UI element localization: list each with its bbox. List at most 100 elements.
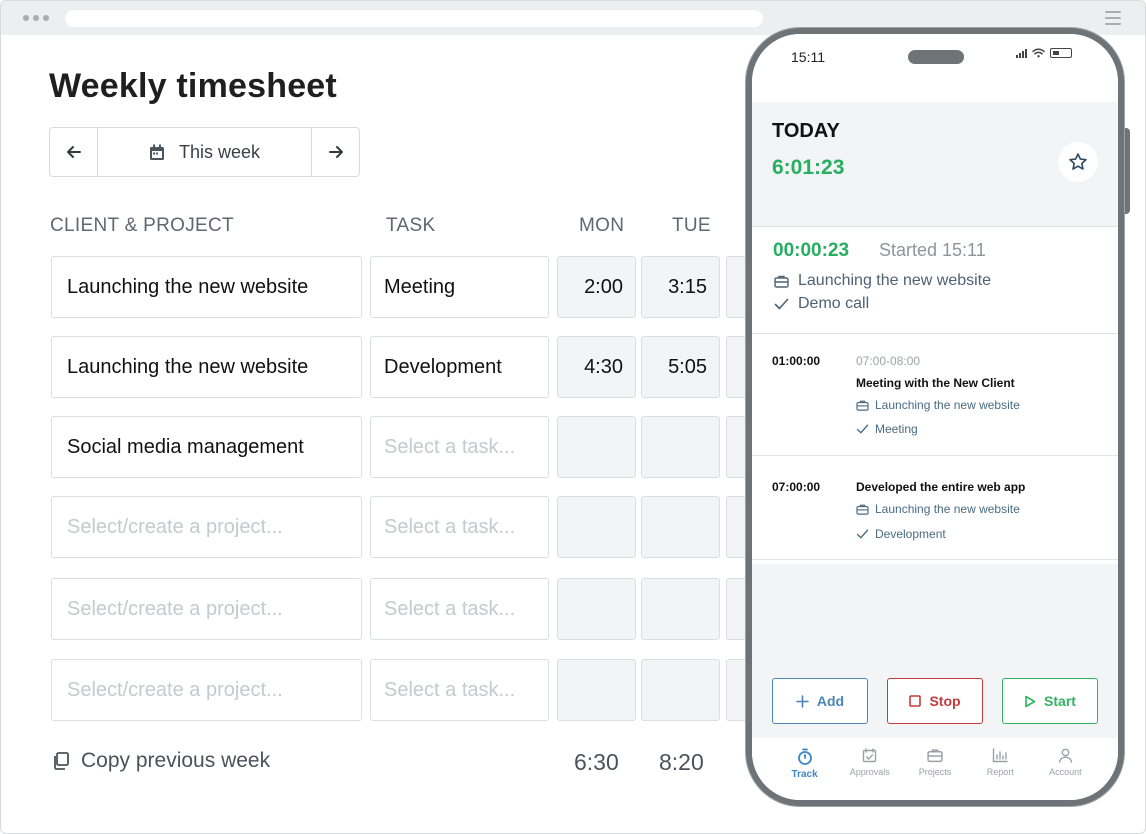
mon-total: 6:30 [574,749,619,775]
calendar-icon [149,144,164,160]
project-field[interactable]: Select/create a project... [51,659,362,721]
project-field[interactable]: Select/create a project... [51,578,362,640]
check-icon [856,529,869,539]
today-total-time: 6:01:23 [772,156,845,179]
phone-mockup: 15:11 TODAY 6:01:23 00:00:23 Started 15:… [746,28,1124,806]
briefcase-icon [774,275,789,288]
project-field[interactable]: Launching the new website [51,336,362,398]
project-field[interactable]: Select/create a project... [51,496,362,558]
stop-button[interactable]: Stop [887,678,983,724]
mon-hours-input[interactable] [557,578,636,640]
tue-hours-input[interactable] [641,416,720,478]
entry-duration: 07:00:00 [772,480,821,494]
task-field[interactable]: Development [370,336,549,398]
phone-notch [908,50,964,64]
time-entry[interactable]: 07:00:00 Developed the entire web app La… [752,456,1118,560]
task-field[interactable]: Select a task... [370,416,549,478]
phone-status-bar: 15:11 [752,34,1118,102]
entry-title: Developed the entire web app [856,480,1026,494]
add-label: Add [816,693,845,709]
stopwatch-icon [797,748,812,765]
time-entry[interactable]: 01:00:00 07:00-08:00 Meeting with the Ne… [752,334,1118,456]
arrow-right-icon [328,146,343,158]
project-field[interactable]: Social media management [51,416,362,478]
task-field[interactable]: Select a task... [370,496,549,558]
start-button[interactable]: Start [1002,678,1098,724]
running-project: Launching the new website [774,272,991,290]
briefcase-icon [856,400,869,411]
mon-hours-input[interactable]: 2:00 [557,256,636,318]
today-summary: TODAY 6:01:23 [752,102,1118,226]
tue-total: 8:20 [659,749,704,775]
tue-hours-input[interactable] [641,659,720,721]
tab-track-label: Track [791,769,818,780]
mon-hours-input[interactable] [557,416,636,478]
stop-icon [909,695,922,707]
project-field[interactable]: Launching the new website [51,256,362,318]
tab-account-label: Account [1049,767,1082,777]
signal-icon [1016,48,1027,58]
stop-label: Stop [929,693,961,709]
prev-week-button[interactable] [50,128,98,176]
battery-icon [1050,48,1072,58]
entry-title: Meeting with the New Client [856,376,1015,390]
week-label: This week [178,141,261,162]
tue-hours-input[interactable]: 5:05 [641,336,720,398]
column-header-task: TASK [386,215,436,236]
check-icon [774,298,789,310]
start-label: Start [1044,693,1076,709]
tab-approvals-label: Approvals [849,767,890,777]
approvals-icon [863,748,877,763]
tab-bar: Track Approvals Projects Report Account [752,738,1118,800]
week-picker[interactable]: This week [98,128,311,176]
mon-hours-input[interactable] [557,496,636,558]
entry-task-label: Meeting [875,422,918,436]
next-week-button[interactable] [311,128,359,176]
task-field[interactable]: Meeting [370,256,549,318]
running-started: Started 15:11 [879,240,986,260]
entry-task: Development [856,527,946,541]
today-label: TODAY [772,120,840,142]
favorites-button[interactable] [1058,142,1098,182]
copy-previous-week-button[interactable]: Copy previous week [51,749,270,773]
tue-hours-input[interactable]: 3:15 [641,256,720,318]
entry-task: Meeting [856,422,918,436]
column-header-mon: MON [579,215,625,236]
tue-hours-input[interactable] [641,496,720,558]
tab-track[interactable]: Track [772,738,837,800]
running-timer[interactable]: 00:00:23 Started 15:11 Launching the new… [752,226,1118,334]
column-header-tue: TUE [672,215,711,236]
briefcase-icon [856,504,869,515]
tab-report[interactable]: Report [968,738,1033,800]
tab-projects[interactable]: Projects [902,738,967,800]
running-elapsed: 00:00:23 [773,240,850,261]
wifi-icon [1032,48,1045,58]
tab-account[interactable]: Account [1033,738,1098,800]
copy-icon [54,752,69,770]
status-clock: 15:11 [791,49,825,65]
entry-project-label: Launching the new website [875,398,1020,412]
add-button[interactable]: Add [772,678,868,724]
task-field[interactable]: Select a task... [370,659,549,721]
task-field[interactable]: Select a task... [370,578,549,640]
window-dots [23,15,49,21]
mon-hours-input[interactable] [557,659,636,721]
plus-icon [796,694,809,708]
column-header-project: CLIENT & PROJECT [50,215,234,236]
arrow-left-icon [66,146,81,158]
menu-icon[interactable] [1105,11,1121,25]
running-project-label: Launching the new website [798,272,992,289]
play-icon [1025,695,1036,707]
copy-previous-label: Copy previous week [81,749,271,772]
entry-project-label: Launching the new website [875,502,1020,516]
week-navigator: This week [49,127,360,177]
star-icon [1069,153,1087,170]
address-bar[interactable] [65,10,763,27]
user-icon [1058,748,1073,763]
tab-report-label: Report [986,767,1014,777]
entry-project: Launching the new website [856,502,1020,516]
tab-approvals[interactable]: Approvals [837,738,902,800]
entry-task-label: Development [875,527,946,541]
mon-hours-input[interactable]: 4:30 [557,336,636,398]
tue-hours-input[interactable] [641,578,720,640]
